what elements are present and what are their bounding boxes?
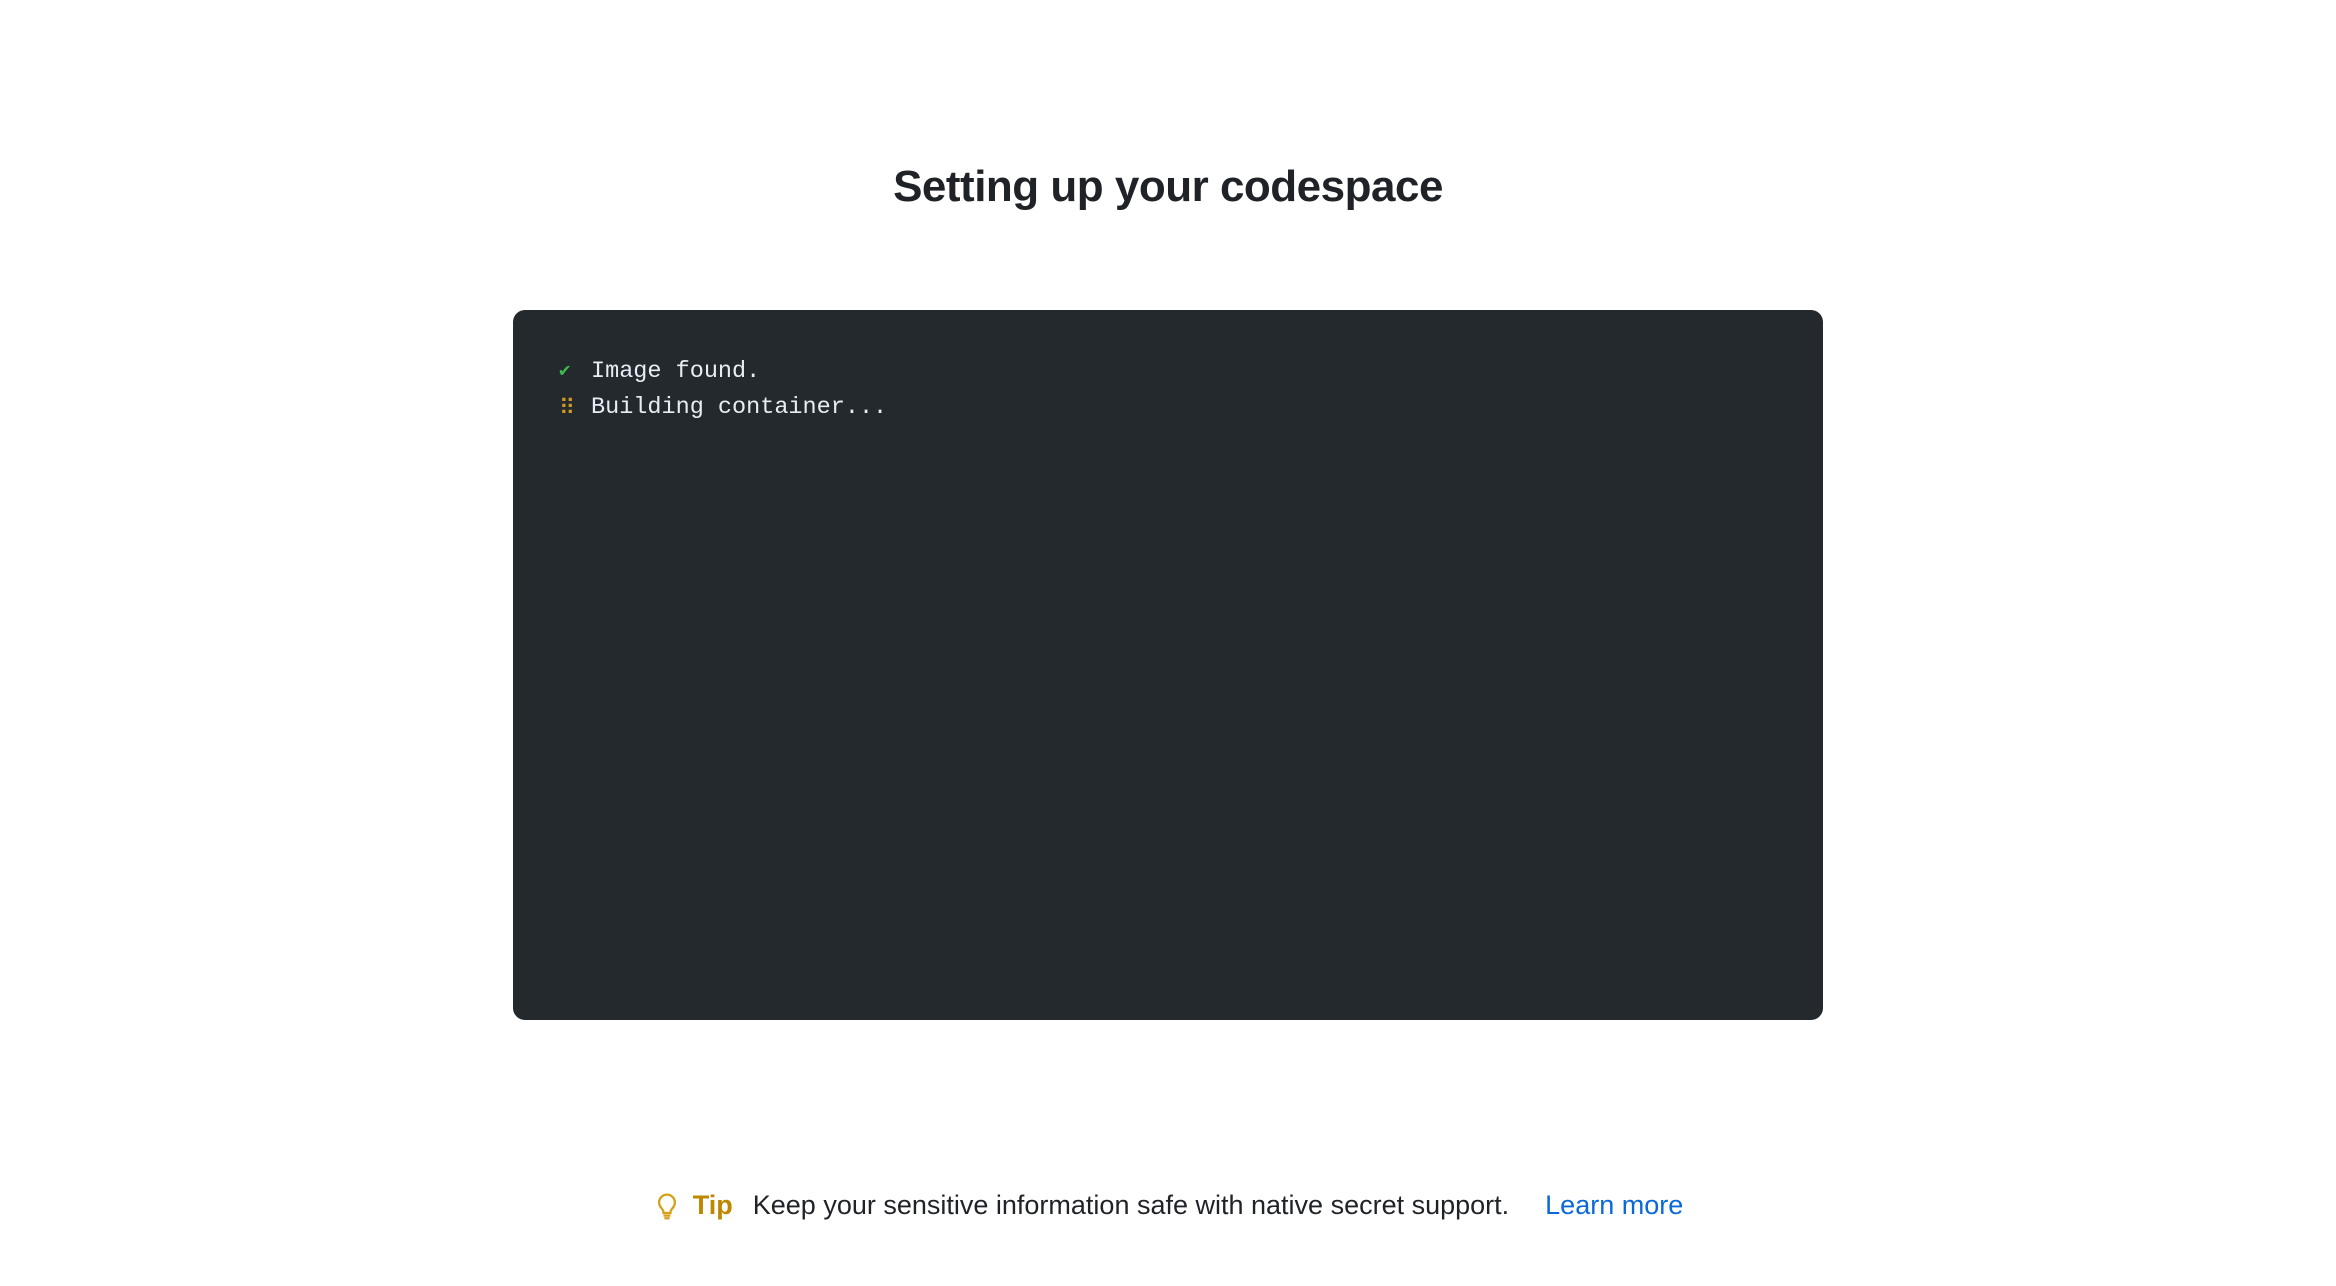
tip-bar: Tip Keep your sensitive information safe… [653, 1190, 1683, 1221]
page-title: Setting up your codespace [893, 162, 1443, 212]
check-icon: ✔ [559, 357, 591, 386]
lightbulb-icon [653, 1192, 681, 1220]
tip-text: Keep your sensitive information safe wit… [753, 1190, 1509, 1221]
terminal-line: ⠿Building container... [559, 390, 1777, 426]
page-container: Setting up your codespace ✔Image found. … [0, 0, 2336, 1221]
terminal-panel: ✔Image found. ⠿Building container... [513, 310, 1823, 1020]
terminal-text: Building container... [591, 390, 887, 426]
learn-more-link[interactable]: Learn more [1545, 1190, 1683, 1221]
terminal-text: Image found. [591, 354, 760, 390]
terminal-line: ✔Image found. [559, 354, 1777, 390]
tip-label: Tip [693, 1190, 733, 1221]
spinner-icon: ⠿ [559, 398, 591, 420]
